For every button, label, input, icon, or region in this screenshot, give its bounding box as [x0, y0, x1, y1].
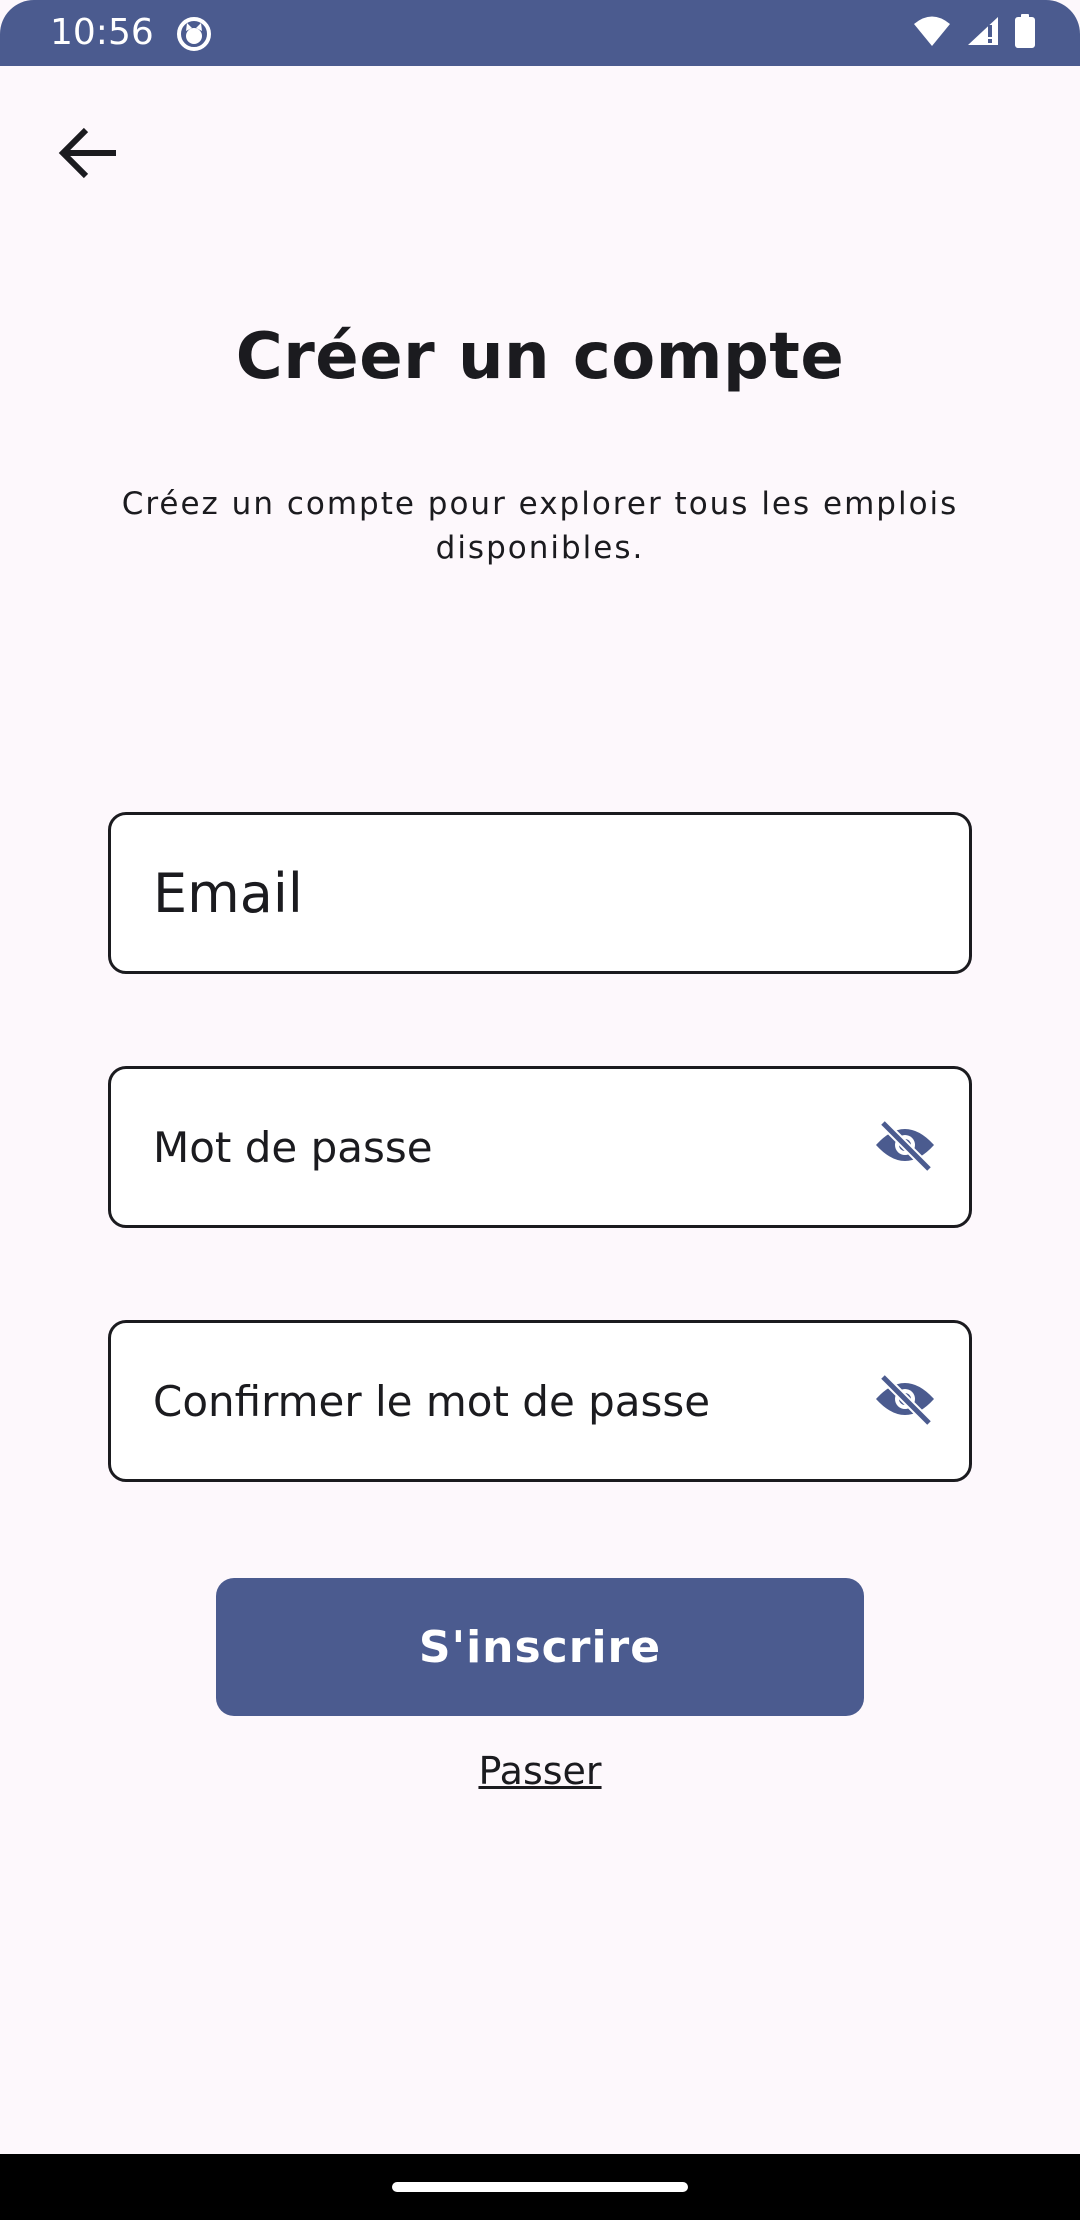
- status-bar: 10:56: [0, 0, 1080, 66]
- status-icons: [912, 14, 1036, 52]
- battery-icon: [1014, 14, 1036, 52]
- back-button[interactable]: [44, 110, 134, 200]
- confirm-password-field[interactable]: Confirmer le mot de passe: [108, 1320, 972, 1482]
- email-placeholder: Email: [153, 861, 303, 925]
- password-field[interactable]: Mot de passe: [108, 1066, 972, 1228]
- confirm-visibility-toggle[interactable]: [873, 1369, 937, 1433]
- page-title: Créer un compte: [235, 320, 845, 394]
- password-visibility-toggle[interactable]: [873, 1115, 937, 1179]
- page-subtitle: Créez un compte pour explorer tous les e…: [121, 486, 959, 566]
- password-placeholder: Mot de passe: [153, 1122, 433, 1172]
- eye-off-icon: [874, 1119, 936, 1175]
- signup-button[interactable]: S'inscrire: [216, 1578, 864, 1716]
- cat-icon: [176, 16, 212, 52]
- home-indicator[interactable]: [392, 2182, 688, 2192]
- email-field[interactable]: Email: [108, 812, 972, 974]
- signup-button-label: S'inscrire: [418, 1621, 662, 1673]
- confirm-password-placeholder: Confirmer le mot de passe: [153, 1376, 711, 1426]
- eye-off-icon: [874, 1373, 936, 1429]
- wifi-icon: [912, 15, 952, 51]
- signup-screen: 10:56 Créer un compte Créez un compte po…: [0, 0, 1080, 2220]
- signal-icon: [966, 15, 1000, 51]
- skip-link[interactable]: Passer: [0, 1746, 1080, 1796]
- navigation-bar: [0, 2154, 1080, 2220]
- status-time: 10:56: [50, 12, 154, 53]
- arrow-left-icon: [54, 118, 124, 192]
